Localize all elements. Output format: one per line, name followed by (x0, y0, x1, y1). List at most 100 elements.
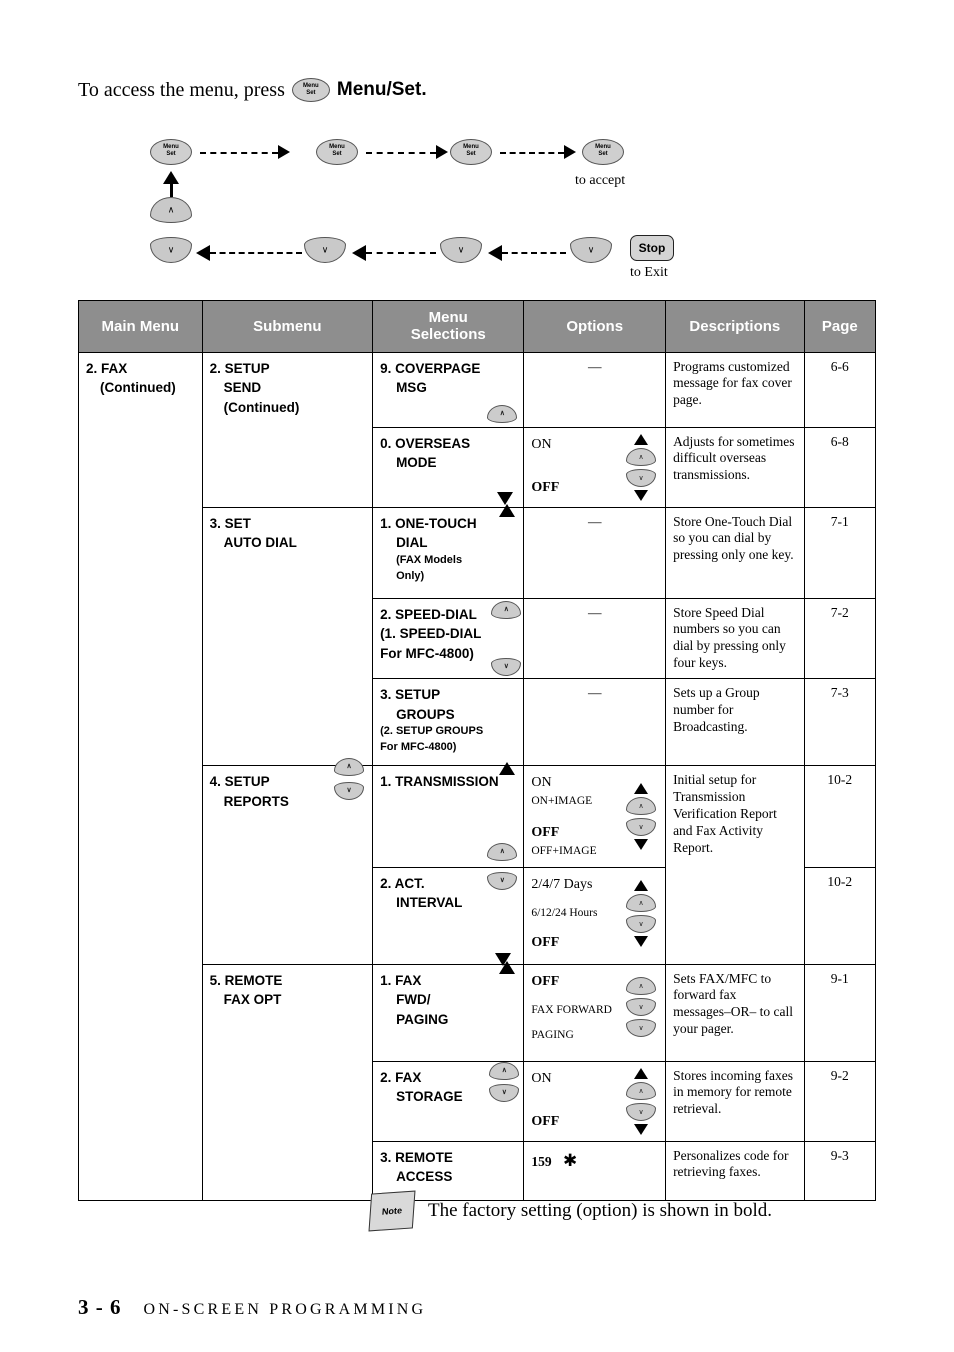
btn2-l2: Set (332, 151, 342, 157)
sel-l2: INTERVAL (396, 895, 463, 911)
intro-text-before: To access the menu, press (78, 78, 285, 101)
option-up-arrow (634, 782, 649, 794)
option-down-key-icon: ∨ (626, 468, 657, 487)
navigation-diagram: Menu Set Menu Set Menu Set Menu Set to a… (0, 125, 954, 285)
cell-desc-fax-fwd: Sets FAX/MFC to forward fax messages–OR–… (665, 963, 805, 1062)
cell-options-one-touch: — (523, 506, 667, 599)
option-down-key-icon: ∨ (626, 817, 657, 836)
cell-options-coverpage: — (523, 351, 667, 428)
bk3-glyph: ∨ (457, 244, 465, 255)
header-main-menu: Main Menu (78, 300, 203, 353)
cell-selection-fax-storage: 2. FAX STORAGE ∧ ∨ (372, 1060, 525, 1142)
arrow-2 (436, 145, 448, 159)
selection-down-key-icon: ∨ (487, 871, 518, 890)
bottom-key-4: ∨ (570, 237, 612, 263)
btn4-l2: Set (598, 151, 608, 157)
asterisk-icon: ✱ (562, 1150, 578, 1170)
option-off: OFF (531, 973, 560, 989)
cell-desc-one-touch: Store One-Touch Dial so you can dial by … (665, 506, 805, 599)
dash-2 (366, 152, 436, 154)
selection-down-key-icon: ∨ (491, 658, 522, 676)
option-on: ON (531, 1070, 552, 1086)
down-glyph: ∨ (167, 244, 175, 255)
diagram-menuset-3: Menu Set (450, 139, 492, 170)
table-header-row: Main Menu Submenu Menu Selections Option… (78, 300, 877, 353)
option-down-arrow (634, 838, 649, 850)
option-fax-forward: FAX FORWARD (531, 1003, 612, 1016)
option-down-key-icon: ∨ (626, 998, 657, 1017)
submenu-l1: 2. SETUP (209, 360, 270, 376)
sel-l1: 0. OVERSEAS (380, 435, 471, 451)
btn1-l1: Menu (163, 144, 179, 150)
option-paging: PAGING (531, 1028, 574, 1041)
bottom-arrow-3 (488, 245, 502, 261)
btn4-l1: Menu (595, 144, 611, 150)
cell-desc-setup-groups: Sets up a Group number for Broadcasting. (665, 678, 805, 766)
btn1-l2: Set (166, 151, 176, 157)
btn2-l1: Menu (329, 144, 345, 150)
cell-options-overseas: ON OFF ∧ ∨ (523, 426, 667, 508)
cell-page-fax-storage: 9-2 (803, 1060, 877, 1142)
note-block: Note The factory setting (option) is sho… (368, 1190, 773, 1232)
option-code: 159 (531, 1153, 552, 1169)
sel-l1: 1. FAX (380, 972, 422, 988)
cell-options-fax-storage: ON OFF ∧ ∨ (523, 1060, 667, 1142)
option-arrows: ∧ ∨ ∨ (624, 971, 658, 1045)
option-off: OFF (531, 934, 560, 950)
stop-button-icon: Stop (630, 235, 674, 261)
option-dash: — (587, 358, 602, 374)
cell-options-setup-groups: — (523, 678, 667, 766)
sel-l3: (FAX Models (396, 553, 463, 566)
header-sel-l2: Selections (410, 326, 486, 344)
bottom-key-3: ∨ (440, 237, 482, 263)
cell-selection-speed-dial: 2. SPEED-DIAL (1. SPEED-DIAL For MFC-480… (372, 597, 525, 679)
sel-l1: 3. SETUP (380, 687, 441, 702)
cell-page-overseas: 6-8 (803, 426, 877, 508)
sel-l2: GROUPS (396, 706, 455, 722)
selection-up-key-icon: ∧ (491, 600, 522, 619)
intro-text-after: Menu/Set. (336, 79, 427, 100)
option-down-arrow (634, 1123, 649, 1135)
header-sel-l1: Menu (428, 309, 468, 326)
cell-options-act-interval: 2/4/7 Days 6/12/24 Hours OFF ∧ ∨ (523, 866, 667, 965)
submenu-l3: (Continued) (223, 399, 300, 415)
option-arrows: ∧ ∨ (624, 433, 658, 501)
cell-page-act-interval: 10-2 (803, 866, 877, 965)
arrow-1 (278, 145, 290, 159)
menu-set-line2: Set (306, 90, 316, 96)
option-arrows: ∧ ∨ (624, 772, 658, 861)
sel-l2: DIAL (396, 535, 428, 551)
cell-page-one-touch: 7-1 (803, 506, 877, 599)
sel-l3: PAGING (396, 1011, 449, 1027)
btn3-l1: Menu (463, 144, 479, 150)
selection-up-key-icon: ∧ (489, 1061, 520, 1080)
option-up-key-icon: ∧ (626, 977, 657, 996)
cell-selection-transmission: 1. TRANSMISSION ∧ (372, 762, 525, 868)
diagram-up-key: ∧ (150, 197, 192, 223)
cell-page-fax-fwd: 9-1 (803, 963, 877, 1062)
submenu-down-key-icon: ∨ (334, 782, 365, 800)
option-down-arrow (634, 489, 649, 501)
option-up-key-icon: ∧ (626, 1081, 657, 1100)
bk2-glyph: ∨ (321, 244, 329, 255)
selection-up-key-icon: ∧ (487, 404, 518, 423)
table-row: 2. FAX (Continued) 2. SETUP SEND (Contin… (78, 351, 877, 1201)
sel-l1: 1. TRANSMISSION (380, 774, 499, 789)
cell-submenu-set-auto-dial: 3. SET AUTO DIAL (201, 506, 374, 766)
footer-chapter: ON-SCREEN PROGRAMMING (143, 1301, 427, 1318)
header-page: Page (803, 300, 877, 353)
option-arrows: ∧ ∨ (624, 1067, 658, 1135)
cell-page-coverpage: 6-6 (803, 351, 877, 428)
note-text: The factory setting (option) is shown in… (428, 1200, 773, 1221)
diagram-down-key: ∨ (150, 237, 192, 263)
bottom-dash-2 (366, 252, 436, 254)
option-up-arrow (634, 879, 649, 891)
sel-l1: 3. REMOTE (380, 1149, 453, 1165)
cell-options-speed-dial: — (523, 597, 667, 679)
submenu-l1: 3. SET (209, 515, 251, 531)
selection-up-key-icon: ∧ (487, 842, 518, 861)
option-days: 2/4/7 Days (531, 876, 593, 892)
table-body: 2. FAX (Continued) 2. SETUP SEND (Contin… (78, 351, 877, 1201)
submenu-l2: AUTO DIAL (223, 535, 297, 551)
option-up-arrow (634, 433, 649, 445)
